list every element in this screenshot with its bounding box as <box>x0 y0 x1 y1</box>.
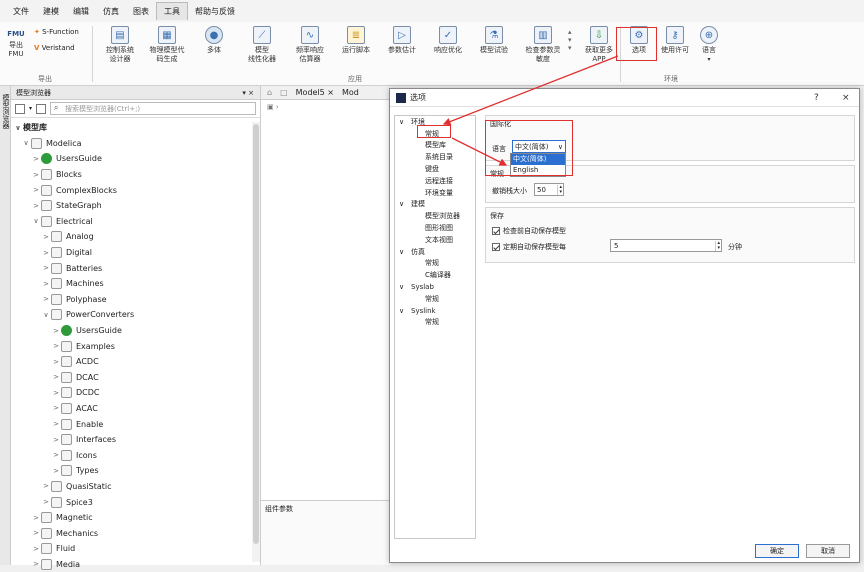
arrow-nav-to-language <box>451 137 508 166</box>
annotation-arrows <box>442 55 619 166</box>
arrow-options-to-nav <box>442 55 619 126</box>
